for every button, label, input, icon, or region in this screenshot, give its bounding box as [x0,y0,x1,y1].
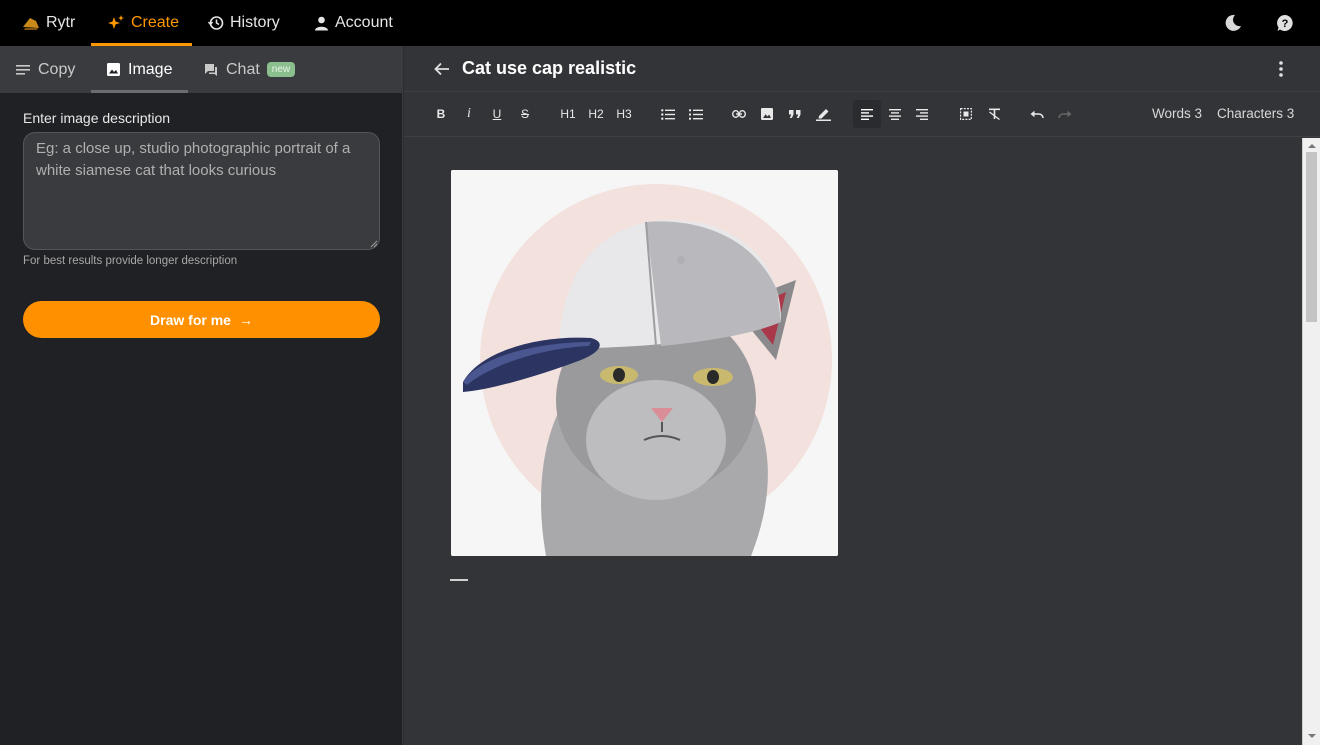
sidebar: Copy Image Chat new Enter image descript… [0,46,403,745]
image-description-label: Enter image description [23,110,171,126]
text-cursor-line [450,579,468,581]
svg-text:?: ? [1282,18,1289,30]
document-body[interactable] [404,138,1304,745]
redo-button[interactable] [1055,104,1075,124]
draw-for-me-button[interactable]: Draw for me → [23,301,380,338]
align-center-icon [889,108,901,120]
editor: Cat use cap realistic B i U S H1 H2 H3 W… [404,46,1320,745]
link-icon [732,110,746,118]
nav-account-label: Account [335,14,393,31]
sidebar-tabs: Copy Image Chat new [0,46,403,93]
lines-icon [16,64,30,75]
image-icon [761,108,773,120]
heading3-button[interactable]: H3 [614,104,634,124]
character-count: Characters 3 [1217,106,1295,121]
cat-with-cap-illustration [451,170,838,556]
bold-button[interactable]: B [431,104,451,124]
word-count: Words 3 [1152,106,1203,121]
top-navbar: Rytr Create History Account ? [0,0,1320,46]
image-icon [107,63,120,76]
generated-cat-image[interactable] [451,170,838,556]
align-left-button[interactable] [853,100,881,128]
scrollbar-thumb[interactable] [1306,152,1317,322]
arrow-right-icon: → [238,311,253,328]
brand-logo[interactable]: Rytr [22,0,75,46]
clear-format-button[interactable] [984,104,1004,124]
heading2-button[interactable]: H2 [586,104,606,124]
clear-format-icon [988,108,1000,120]
description-hint: For best results provide longer descript… [23,255,238,267]
document-header: Cat use cap realistic [404,46,1320,92]
nav-account[interactable]: Account [314,0,393,46]
redo-icon [1058,110,1072,118]
tab-image-label: Image [128,60,173,78]
bullet-list-icon [661,108,675,120]
select-all-icon [960,108,972,120]
align-right-icon [916,108,928,120]
align-left-icon [861,108,873,120]
nav-create[interactable]: Create [108,0,179,46]
resize-handle-icon[interactable] [368,238,378,248]
moon-icon [1225,14,1241,31]
tab-image[interactable]: Image [107,46,172,93]
numbered-list-icon [689,108,703,120]
draw-button-label: Draw for me [150,311,231,328]
document-title[interactable]: Cat use cap realistic [462,58,636,79]
undo-icon [1030,110,1044,118]
nav-history[interactable]: History [208,0,280,46]
history-icon [208,16,224,30]
person-icon [315,16,328,30]
image-description-input[interactable] [23,132,380,250]
nav-history-label: History [230,14,280,31]
underline-button[interactable]: U [487,104,507,124]
vertical-scrollbar[interactable] [1302,138,1320,745]
heading1-button[interactable]: H1 [558,104,578,124]
quote-button[interactable] [785,104,805,124]
highlight-button[interactable] [813,104,833,124]
formatting-toolbar: B i U S H1 H2 H3 Words 3 Characters 3 [404,92,1320,137]
select-all-button[interactable] [956,104,976,124]
tab-copy[interactable]: Copy [16,46,75,93]
chat-icon [205,63,217,76]
bullet-list-button[interactable] [658,104,678,124]
brand-name: Rytr [46,14,76,31]
active-tab-indicator [91,90,188,93]
tab-chat[interactable]: Chat new [204,46,296,93]
rytr-logo-icon [23,18,39,30]
align-center-button[interactable] [885,104,905,124]
tab-copy-label: Copy [38,60,76,78]
sparkle-icon [108,14,124,29]
scroll-down-arrow-icon[interactable] [1307,732,1317,740]
link-button[interactable] [729,104,749,124]
help-icon: ? [1277,15,1293,31]
back-arrow-icon[interactable] [433,60,451,78]
italic-button[interactable]: i [459,104,479,124]
scroll-up-arrow-icon[interactable] [1307,142,1317,150]
align-right-button[interactable] [912,104,932,124]
undo-button[interactable] [1027,104,1047,124]
help-button[interactable]: ? [1274,12,1296,34]
nav-create-label: Create [131,14,180,31]
strikethrough-button[interactable]: S [515,104,535,124]
dark-mode-toggle[interactable] [1222,12,1244,34]
highlighter-icon [815,109,831,121]
tab-chat-label: Chat [226,60,260,78]
insert-image-button[interactable] [757,104,777,124]
numbered-list-button[interactable] [686,104,706,124]
new-badge: new [266,62,296,77]
more-options-icon[interactable] [1274,59,1288,79]
quote-icon [789,110,801,118]
